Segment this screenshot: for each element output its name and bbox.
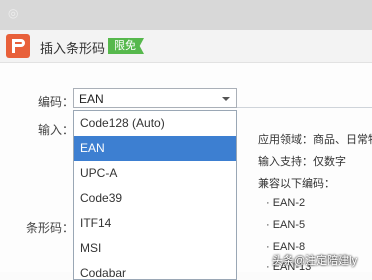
dropdown-option-ean[interactable]: EAN bbox=[74, 136, 236, 161]
info-support: 输入支持：仅数字 bbox=[258, 156, 346, 168]
dropdown-option-codabar[interactable]: Codabar bbox=[74, 261, 236, 279]
dropdown-option-msi[interactable]: MSI bbox=[74, 236, 236, 261]
dropdown-option-itf14[interactable]: ITF14 bbox=[74, 211, 236, 236]
dropdown-option-code39[interactable]: Code39 bbox=[74, 186, 236, 211]
dialog-titlebar: 插入条形码 限免 bbox=[0, 30, 372, 63]
info-compat: 兼容以下编码： bbox=[258, 178, 335, 190]
dialog-title: 插入条形码 bbox=[40, 41, 106, 56]
info-code-ean5: · EAN-5 bbox=[266, 219, 306, 231]
input-label: 输入： bbox=[38, 123, 75, 137]
info-scope: 应用领域：商品、日常物 bbox=[258, 134, 372, 146]
dropdown-option-code128[interactable]: Code128 (Auto) bbox=[74, 111, 236, 136]
encoding-label: 编码： bbox=[38, 95, 75, 109]
watermark-text: 头条@注定陪建ly bbox=[272, 255, 358, 267]
free-badge: 限免 bbox=[108, 38, 144, 54]
input-field-border bbox=[237, 107, 372, 108]
encoding-select-value: EAN bbox=[79, 92, 104, 106]
dropdown-option-upca[interactable]: UPC-A bbox=[74, 161, 236, 186]
chevron-down-icon[interactable] bbox=[222, 97, 230, 101]
background-window-strip: ◎ bbox=[0, 0, 372, 30]
background-window-text: ◎ bbox=[8, 6, 19, 20]
app-logo-icon bbox=[6, 34, 30, 58]
barcode-label: 条形码： bbox=[26, 221, 75, 235]
encoding-dropdown-list[interactable]: Code128 (Auto) EAN UPC-A Code39 ITF14 MS… bbox=[73, 110, 237, 280]
info-code-ean2: · EAN-2 bbox=[266, 197, 306, 209]
encoding-select[interactable]: EAN bbox=[73, 88, 237, 108]
